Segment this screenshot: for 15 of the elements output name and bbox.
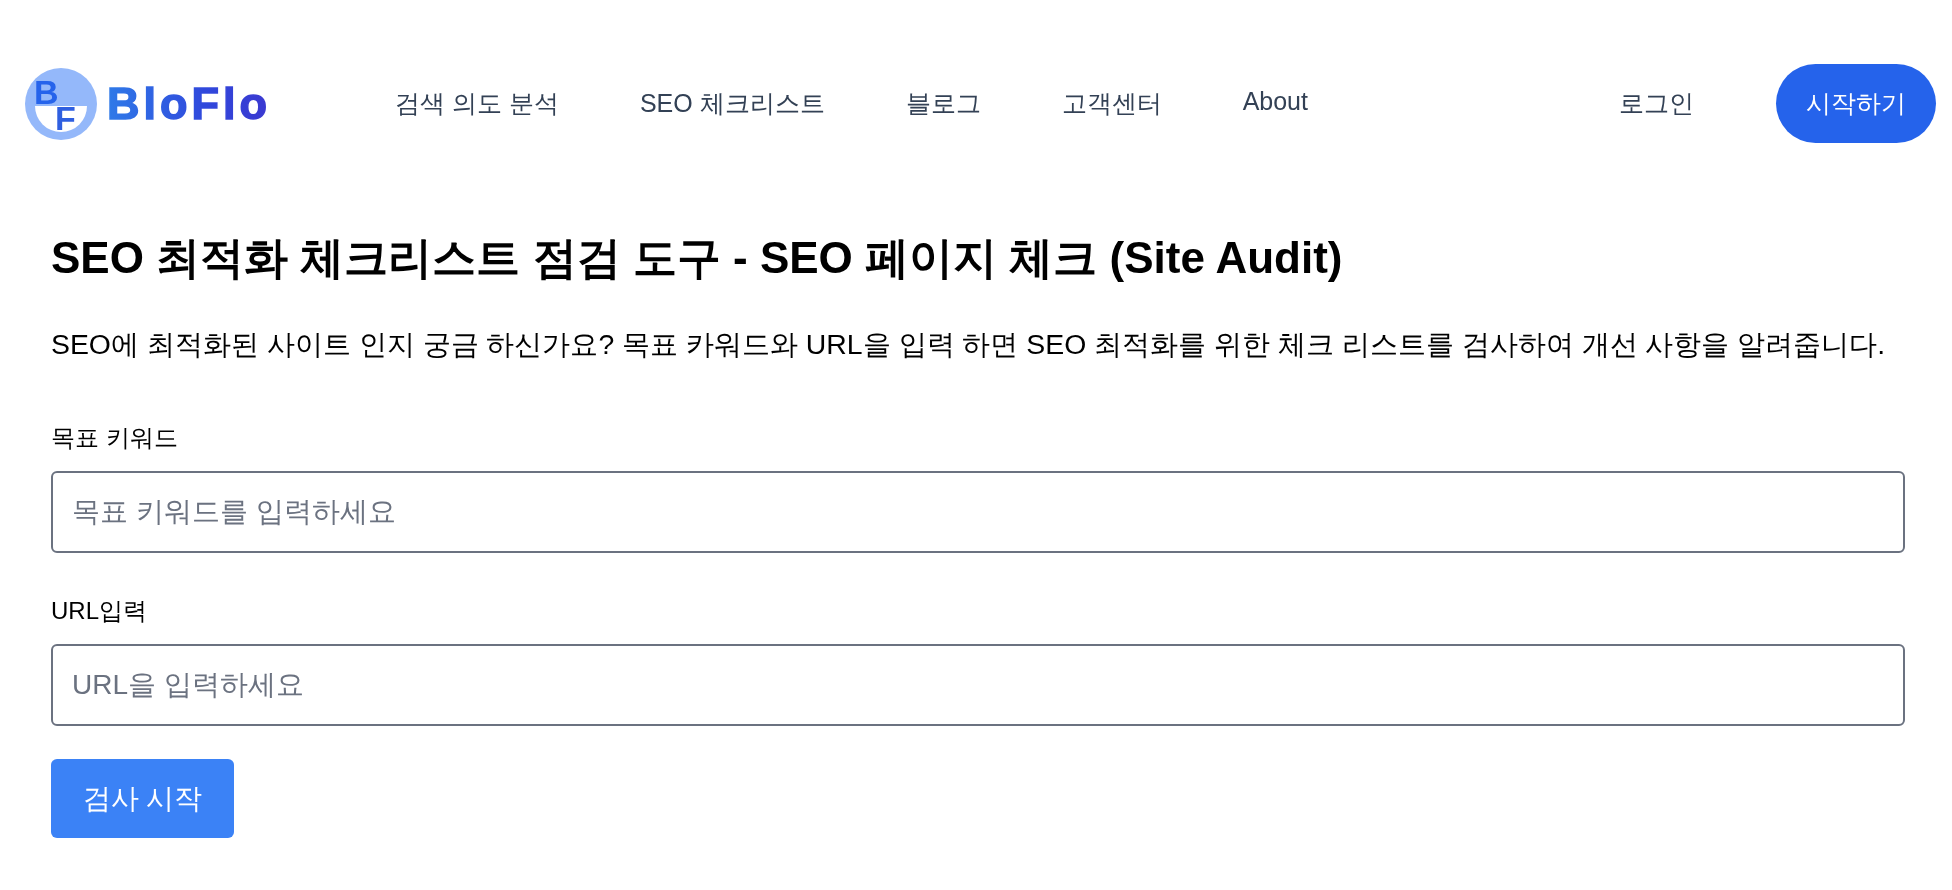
nav-link[interactable]: About xyxy=(1242,87,1308,120)
input-field[interactable]: URL을 입력하세요 xyxy=(51,644,1905,726)
login-link[interactable]: 로그인 xyxy=(1619,87,1694,120)
logo-emblem: B F xyxy=(25,67,97,140)
nav-link[interactable]: 고객센터 xyxy=(1061,87,1162,120)
get-started-button[interactable]: 시작하기 xyxy=(1776,64,1936,143)
field-label: URL입력 xyxy=(51,596,148,626)
start-check-button[interactable]: 검사 시작 xyxy=(51,759,234,838)
nav-link[interactable]: 검색 의도 분석 xyxy=(394,87,559,120)
field-label: 목표 키워드 xyxy=(51,423,179,453)
nav-link[interactable]: SEO 체크리스트 xyxy=(639,87,825,120)
input-field[interactable]: 목표 키워드를 입력하세요 xyxy=(51,471,1905,553)
nav-link[interactable]: 블로그 xyxy=(905,87,981,120)
page-description: SEO에 최적화된 사이트 인지 궁금 하신가요? 목표 카워드와 URL을 입력 하면 SEO 최적화를 위한 체크 리스트를 검사하여 개선 사항을 알려줍니다. xyxy=(51,327,1887,362)
page-title: SEO 최적화 체크리스트 점검 도구 - SEO 페이지 체크 (Site Audit) xyxy=(51,232,1344,284)
